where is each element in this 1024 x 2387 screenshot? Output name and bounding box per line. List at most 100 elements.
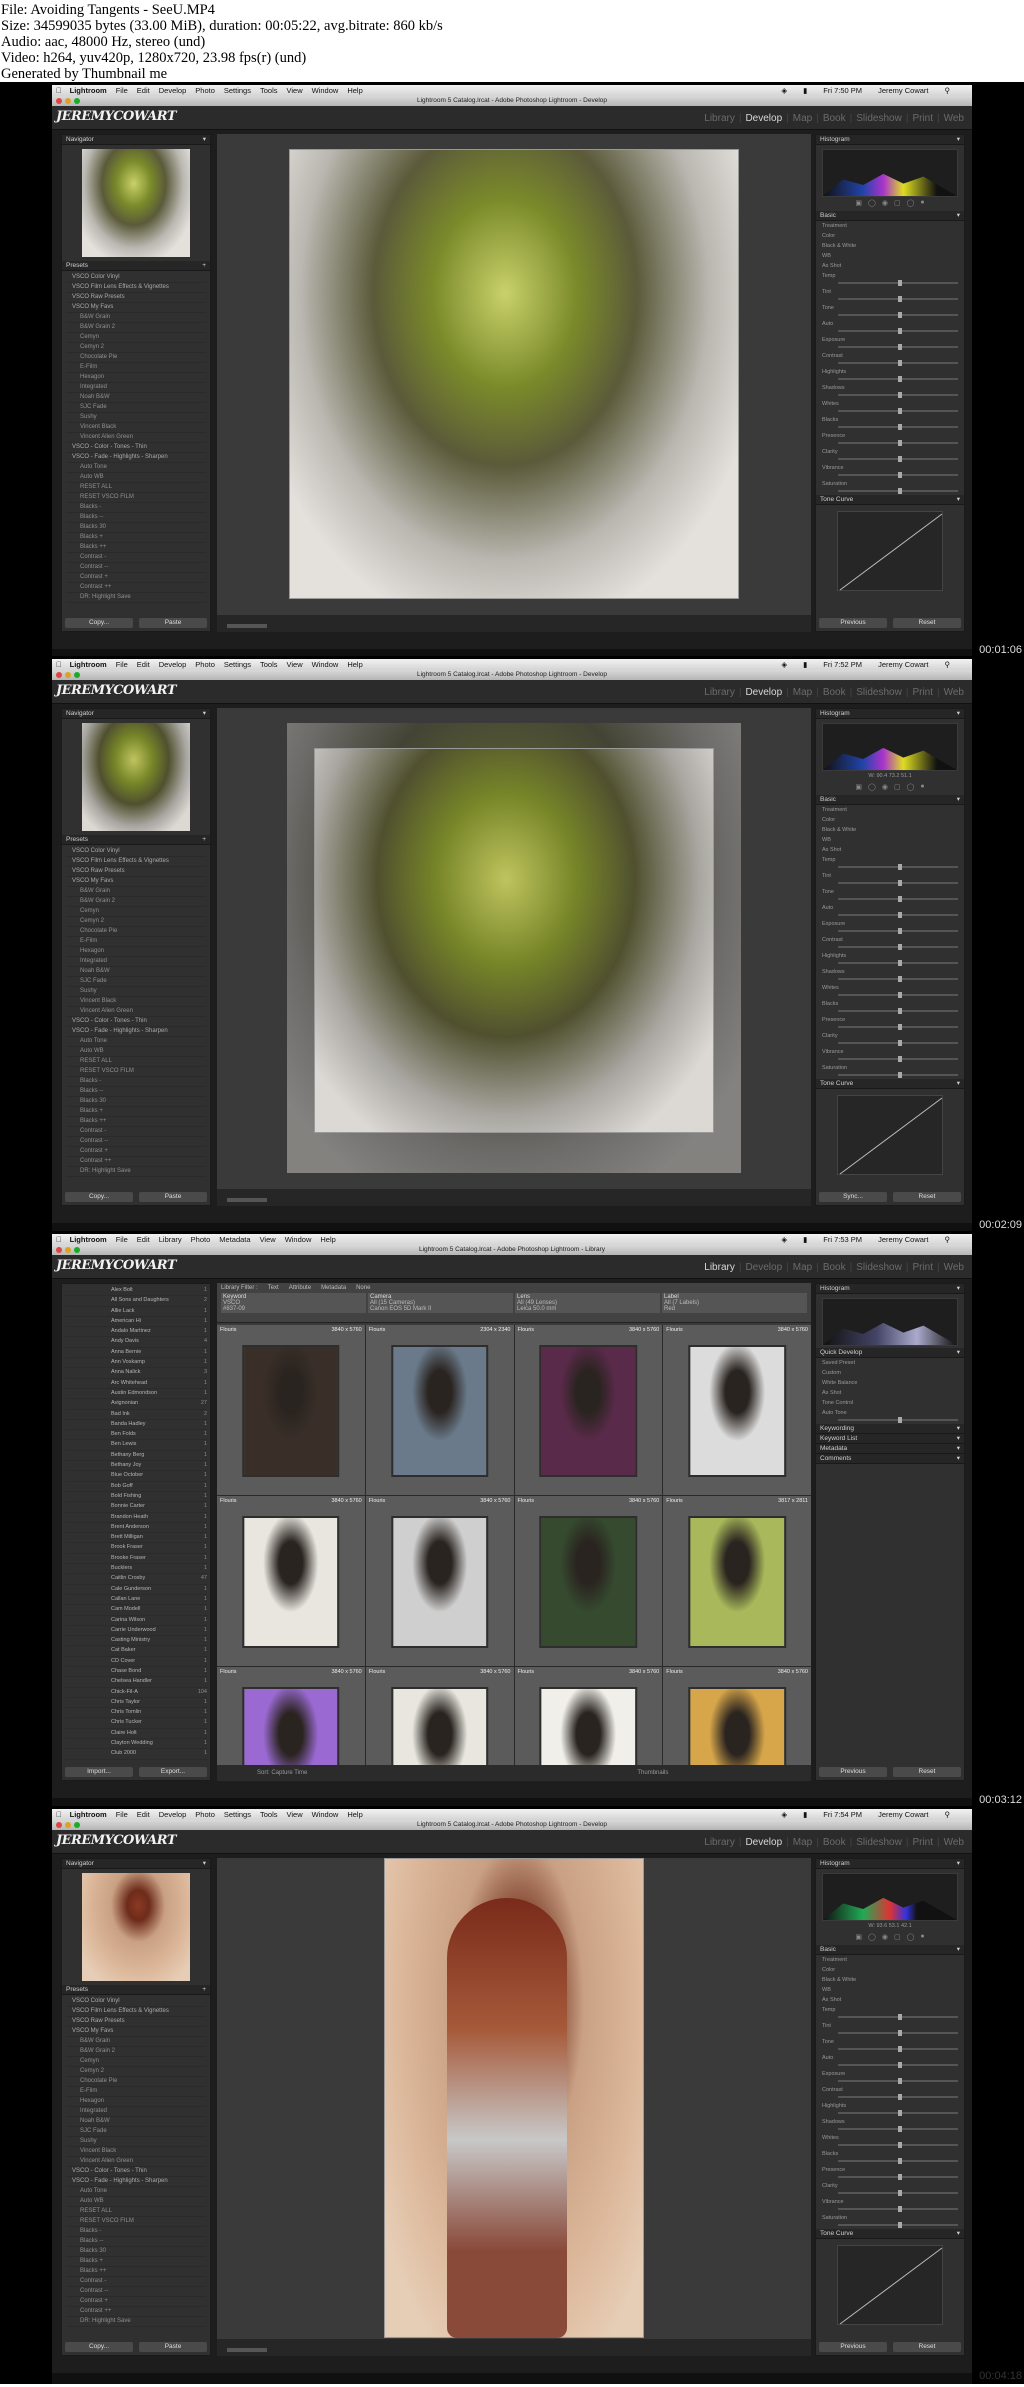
menu-item[interactable]: Edit — [137, 659, 150, 670]
module-web[interactable]: Web — [944, 113, 964, 124]
slider-thumb[interactable] — [898, 472, 902, 478]
grid-thumbnail[interactable] — [242, 1516, 340, 1648]
export-button[interactable]: Export... — [139, 1767, 207, 1777]
histogram-header[interactable]: Histogram ▾ — [816, 709, 964, 719]
thumbnail-size-label[interactable]: Thumbnails — [637, 1770, 668, 1776]
search-icon[interactable]: ⚲ — [945, 85, 951, 96]
preset-item[interactable]: Integrated — [66, 383, 206, 393]
preset-item[interactable]: B&W Grain — [66, 2037, 206, 2047]
preset-item[interactable]: Blacks 30 — [66, 2247, 206, 2257]
adjust-slider[interactable] — [838, 864, 958, 870]
slider-thumb[interactable] — [898, 960, 902, 966]
battery-icon[interactable]: ▮ — [803, 659, 807, 670]
preset-item[interactable]: Auto Tone — [66, 463, 206, 473]
module-slideshow[interactable]: Slideshow — [856, 113, 902, 124]
menu-item[interactable]: View — [287, 1809, 303, 1820]
menu-item[interactable]: Photo — [195, 85, 215, 96]
module-library[interactable]: Library — [704, 687, 735, 698]
presets-header[interactable]: Presets + — [62, 835, 210, 845]
grid-thumbnail[interactable] — [242, 1687, 340, 1765]
minimize-button[interactable] — [65, 98, 71, 104]
quick-develop-header[interactable]: Quick Develop ▾ — [816, 1348, 964, 1358]
module-map[interactable]: Map — [793, 1837, 812, 1848]
menu-item[interactable]: Settings — [224, 659, 251, 670]
preset-item[interactable]: B&W Grain 2 — [66, 323, 206, 333]
preset-item[interactable]: Sushy — [66, 987, 206, 997]
histogram-graph[interactable] — [822, 1298, 958, 1346]
preset-item[interactable]: SJC Fade — [66, 977, 206, 987]
folder-item[interactable]: American Hi 1 — [65, 1317, 207, 1328]
filmstrip-scroll[interactable] — [227, 624, 267, 628]
preset-item[interactable]: Auto WB — [66, 473, 206, 483]
histogram-header[interactable]: Histogram ▾ — [816, 1284, 964, 1294]
preset-item[interactable]: B&W Grain — [66, 887, 206, 897]
adjust-slider[interactable] — [838, 456, 958, 462]
preset-item[interactable]: Vincent Alien Green — [66, 2157, 206, 2167]
folder-item[interactable]: Bold Fishing 1 — [65, 1492, 207, 1503]
slider-thumb[interactable] — [898, 2030, 902, 2036]
menu-item[interactable]: Window — [312, 85, 339, 96]
grid-thumbnail[interactable] — [539, 1687, 638, 1765]
tone-curve-header[interactable]: Tone Curve ▾ — [816, 1079, 964, 1089]
slider-thumb[interactable] — [898, 2158, 902, 2164]
adjust-slider[interactable] — [838, 424, 958, 430]
adjust-slider[interactable] — [838, 960, 958, 966]
preset-item[interactable]: Contrast ++ — [66, 2307, 206, 2317]
preset-item[interactable]: Auto Tone — [66, 1037, 206, 1047]
menu-item[interactable]: Develop — [159, 659, 187, 670]
preset-item[interactable]: VSCO - Color - Tones - Thin — [66, 2167, 206, 2177]
paste-button[interactable]: Paste — [139, 1192, 207, 1202]
folder-item[interactable]: Brandon Heath 1 — [65, 1513, 207, 1523]
folder-item[interactable]: Claire Holt 1 — [65, 1729, 207, 1740]
basic-header[interactable]: Basic ▾ — [816, 1945, 964, 1955]
filter-tab[interactable]: Attribute — [289, 1285, 311, 1291]
adjust-slider[interactable] — [838, 928, 958, 934]
reset-button[interactable]: Reset — [893, 1192, 961, 1202]
redeye-tool-icon[interactable]: ◉ — [882, 1933, 888, 1941]
folder-item[interactable]: Anna Nalick 3 — [65, 1368, 207, 1379]
preset-item[interactable]: Contrast -- — [66, 2287, 206, 2297]
preset-item[interactable]: Cemyn — [66, 907, 206, 917]
preset-item[interactable]: Blacks -- — [66, 2237, 206, 2247]
grid-cell[interactable]: Flouris 3840 x 5760 — [663, 1325, 811, 1495]
folder-item[interactable]: Chris Tomlin 1 — [65, 1708, 207, 1719]
adjust-slider[interactable] — [838, 1040, 958, 1046]
sync-button[interactable]: Sync... — [819, 1192, 887, 1202]
preset-item[interactable]: Blacks - — [66, 503, 206, 513]
grid-thumbnail[interactable] — [688, 1687, 786, 1765]
paste-button[interactable]: Paste — [139, 618, 207, 628]
preset-item[interactable]: VSCO Film Lens Effects & Vignettes — [66, 283, 206, 293]
slider-thumb[interactable] — [898, 408, 902, 414]
adjust-slider[interactable] — [838, 2126, 958, 2132]
module-web[interactable]: Web — [944, 1837, 964, 1848]
menu-item[interactable]: Library — [159, 1234, 182, 1245]
preset-item[interactable]: Vincent Black — [66, 423, 206, 433]
slider-thumb[interactable] — [898, 1417, 902, 1423]
folder-item[interactable]: Ben Lewis 1 — [65, 1440, 207, 1451]
close-button[interactable] — [56, 1247, 62, 1253]
tone-curve-graph[interactable] — [837, 1095, 943, 1175]
copy-button[interactable]: Copy... — [65, 618, 133, 628]
battery-icon[interactable]: ▮ — [803, 85, 807, 96]
zoom-button[interactable] — [74, 1822, 80, 1828]
filter-tab[interactable]: Metadata — [321, 1285, 346, 1291]
preset-item[interactable]: Blacks - — [66, 1077, 206, 1087]
reset-button[interactable]: Reset — [893, 1767, 961, 1777]
import-button[interactable]: Import... — [65, 1767, 133, 1777]
spot-tool-icon[interactable]: ◯ — [868, 783, 876, 791]
module-map[interactable]: Map — [793, 1262, 812, 1273]
preset-item[interactable]: Blacks 30 — [66, 1097, 206, 1107]
preset-item[interactable]: VSCO Raw Presets — [66, 2017, 206, 2027]
histogram-graph[interactable] — [822, 723, 958, 771]
slider-thumb[interactable] — [898, 2094, 902, 2100]
menu-item[interactable]: Edit — [137, 1234, 150, 1245]
preset-item[interactable]: Cemyn 2 — [66, 917, 206, 927]
preset-item[interactable]: Hexagon — [66, 947, 206, 957]
spot-tool-icon[interactable]: ◯ — [868, 199, 876, 207]
folder-item[interactable]: Ben Folds 1 — [65, 1430, 207, 1441]
preset-item[interactable]: Vincent Alien Green — [66, 1007, 206, 1017]
adjust-slider[interactable] — [838, 1056, 958, 1062]
folder-item[interactable]: Chris Taylor 1 — [65, 1698, 207, 1709]
adjust-slider[interactable] — [838, 992, 958, 998]
adjust-slider[interactable] — [838, 440, 958, 446]
